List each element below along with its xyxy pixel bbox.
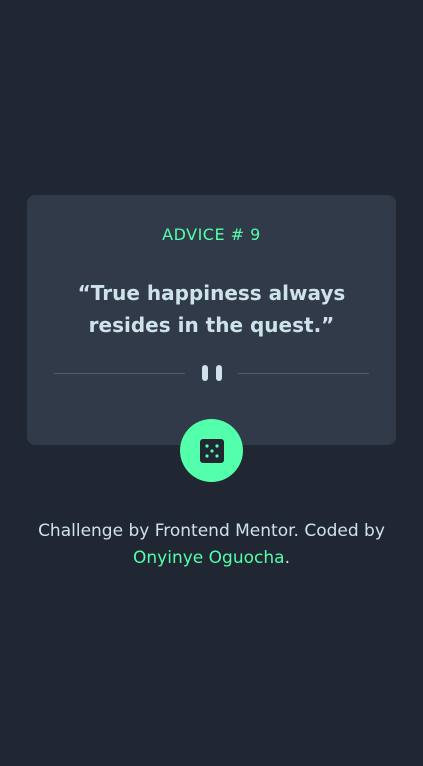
advice-card: ADVICE # 9 “True happiness always reside… [27,195,396,445]
pause-bar [202,365,208,381]
attribution-text: Challenge by Frontend Mentor. Coded by [38,521,385,541]
pattern-divider [54,363,369,381]
attribution-period: . [284,548,290,568]
advice-quote: “True happiness always resides in the qu… [77,281,346,337]
author-link[interactable]: Onyinye Oguocha [133,548,285,568]
attribution: Challenge by Frontend Mentor. Coded by O… [0,518,423,572]
dice-icon [199,438,224,463]
divider-line-right [238,373,369,374]
new-advice-button[interactable] [180,419,243,482]
divider-line-left [54,373,185,374]
pause-bar [216,365,222,381]
advice-number: ADVICE # 9 [162,225,261,244]
pause-icon [201,365,223,381]
